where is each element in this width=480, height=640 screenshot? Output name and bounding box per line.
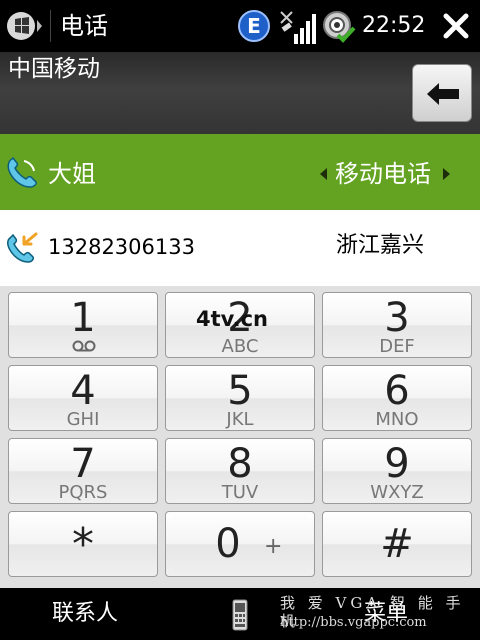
windows-start-icon[interactable] [6,8,42,44]
title-divider [50,10,51,42]
key-star[interactable]: * [8,511,158,577]
close-icon[interactable] [442,12,470,40]
edge-badge-text: E [247,14,261,38]
next-type-arrow[interactable] [443,168,450,180]
key-9[interactable]: 9 WXYZ [322,438,472,504]
key-digit: 4 [70,368,96,414]
watermark-4tv: 4tv.cn [196,307,269,331]
number-location: 浙江嘉兴 [336,233,425,258]
key-digit: 1 [70,295,96,341]
edge-data-icon[interactable]: E [238,10,270,42]
key-letters: MNO [375,409,419,430]
key-letters: TUV [221,482,259,503]
key-letters: GHI [66,409,100,430]
key-digit: 3 [384,295,410,341]
key-5[interactable]: 5 JKL [165,365,315,431]
key-digit: 9 [384,441,410,487]
key-digit: 7 [70,441,96,487]
key-letters: DEF [379,336,415,357]
key-letters: PQRS [58,482,108,503]
backspace-button[interactable] [412,64,472,122]
watermark-url: http://bbs.vgappc.com [280,615,427,630]
key-3[interactable]: 3 DEF [322,292,472,358]
key-digit: 8 [227,441,253,487]
key-letters: JKL [226,409,254,430]
key-4[interactable]: 4 GHI [8,365,158,431]
signal-strength-icon[interactable] [278,8,316,46]
key-letters: ABC [221,336,259,357]
contact-name: 大姐 [48,160,96,188]
dialed-number: 13282306133 [48,235,195,259]
voicemail-icon [72,340,96,352]
key-1[interactable]: 1 [8,292,158,358]
key-6[interactable]: 6 MNO [322,365,472,431]
previous-type-arrow[interactable] [320,168,327,180]
incoming-call-icon [7,232,38,263]
key-8[interactable]: 8 TUV [165,438,315,504]
key-digit: * [72,519,94,570]
key-digit: 6 [384,368,410,414]
carrier-name: 中国移动 [8,56,100,82]
key-0[interactable]: 0 + [165,511,315,577]
key-plus: + [264,534,283,559]
backspace-arrow-icon [427,83,459,105]
app-title: 电话 [60,12,108,40]
input-panel-icon[interactable] [230,598,250,632]
key-hash[interactable]: # [322,511,472,577]
clock: 22:52 [362,13,426,38]
contacts-softkey[interactable]: 联系人 [52,600,118,628]
key-7[interactable]: 7 PQRS [8,438,158,504]
key-digit: # [380,521,414,567]
key-letters: WXYZ [370,482,424,503]
key-digit: 5 [227,368,253,414]
sync-status-icon[interactable] [322,9,356,43]
contact-phone-type[interactable]: 移动电话 [335,158,431,190]
phone-handset-icon [7,156,37,188]
